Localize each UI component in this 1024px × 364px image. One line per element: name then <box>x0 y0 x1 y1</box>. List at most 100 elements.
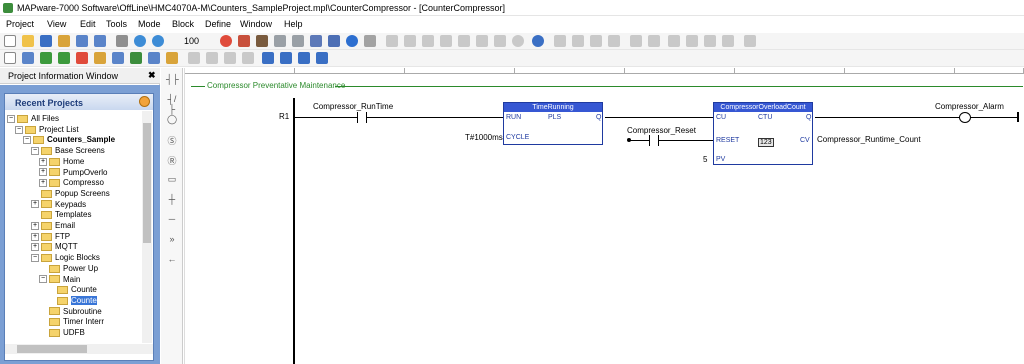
play-icon[interactable] <box>346 35 358 47</box>
menu-window[interactable]: Window <box>240 19 272 29</box>
set-coil-icon[interactable]: Ⓢ <box>166 134 178 146</box>
coil-label[interactable]: Compressor_Alarm <box>935 102 1004 111</box>
tree-item[interactable]: + MQTT <box>31 242 78 253</box>
layout-icon[interactable] <box>310 35 322 47</box>
expand-toggle-icon[interactable]: + <box>39 157 47 166</box>
tree-item[interactable]: Popup Screens <box>31 189 110 200</box>
timer-block[interactable]: TimeRunning RUN PLS Q CYCLE <box>503 102 603 145</box>
menu-mode[interactable]: Mode <box>138 19 161 29</box>
undo-icon[interactable] <box>630 35 642 47</box>
ladder-canvas[interactable]: Compressor Preventative Maintenance R1 C… <box>184 68 1024 364</box>
tree-item[interactable]: Templates <box>31 210 91 221</box>
rung-title[interactable]: Compressor Preventative Maintenance <box>207 81 345 90</box>
tree-item[interactable]: Counte <box>47 285 97 296</box>
tree-item[interactable]: Subroutine <box>39 307 102 318</box>
expand-toggle-icon[interactable]: + <box>31 243 39 252</box>
delete-icon[interactable] <box>76 52 88 64</box>
tree-item[interactable]: − Main <box>39 275 80 286</box>
menu-edit[interactable]: Edit <box>80 19 96 29</box>
upload-icon[interactable] <box>94 35 106 47</box>
menu-project[interactable]: Project <box>6 19 34 29</box>
grey3-icon[interactable] <box>224 52 236 64</box>
collapse-icon[interactable] <box>139 96 150 107</box>
flip-icon[interactable] <box>440 35 452 47</box>
return-icon[interactable]: ← <box>166 254 178 264</box>
tree-item[interactable]: UDFB <box>39 328 85 339</box>
tree-item[interactable]: + Home <box>39 157 84 168</box>
expand-toggle-icon[interactable]: + <box>39 168 47 177</box>
table2-icon[interactable] <box>686 35 698 47</box>
expand-toggle-icon[interactable]: + <box>39 179 47 188</box>
contact-icon[interactable]: ┤├ <box>166 74 179 84</box>
table1-icon[interactable] <box>668 35 680 47</box>
tree-item[interactable]: Counte <box>47 295 97 307</box>
tree-item[interactable]: − Project List <box>15 125 79 136</box>
add-screen-icon[interactable] <box>40 52 52 64</box>
expand-toggle-icon[interactable]: + <box>31 200 39 209</box>
folder3-icon[interactable] <box>166 52 178 64</box>
text-icon[interactable] <box>476 35 488 47</box>
download-icon[interactable] <box>76 35 88 47</box>
zoom-out-icon[interactable] <box>152 35 164 47</box>
database-icon[interactable] <box>148 52 160 64</box>
open-folder-icon[interactable] <box>22 35 34 47</box>
expand-toggle-icon[interactable]: − <box>31 146 39 155</box>
tree-item[interactable]: − Base Screens <box>31 146 105 157</box>
tree-item[interactable]: − All Files <box>7 114 59 125</box>
tag-icon[interactable] <box>130 52 142 64</box>
jump-icon[interactable]: » <box>166 234 178 244</box>
nc-contact-icon[interactable]: ┤/├ <box>166 94 178 114</box>
reset-contact[interactable] <box>649 135 659 146</box>
function-block-icon[interactable]: ▭ <box>166 174 178 184</box>
tree-item[interactable]: + Keypads <box>31 200 86 211</box>
folder2-icon[interactable] <box>94 52 106 64</box>
redo-icon[interactable] <box>648 35 660 47</box>
menu-help[interactable]: Help <box>284 19 303 29</box>
draw-icon[interactable] <box>494 35 506 47</box>
expand-toggle-icon[interactable]: − <box>7 114 15 123</box>
paste-icon[interactable] <box>590 35 602 47</box>
align-icon[interactable] <box>274 35 286 47</box>
expand-toggle-icon[interactable]: + <box>31 232 39 241</box>
tree-item[interactable]: Power Up <box>39 264 98 275</box>
compile-icon[interactable] <box>238 35 250 47</box>
grey2-icon[interactable] <box>206 52 218 64</box>
table3-icon[interactable] <box>704 35 716 47</box>
back-arrow-icon[interactable] <box>262 52 274 64</box>
reset-coil-icon[interactable]: Ⓡ <box>166 154 178 166</box>
tree-item[interactable]: + Compresso <box>39 178 104 189</box>
select-icon[interactable] <box>608 35 620 47</box>
reset-contact-label[interactable]: Compressor_Reset <box>627 126 696 135</box>
image-icon[interactable] <box>458 35 470 47</box>
add-block-icon[interactable] <box>58 52 70 64</box>
zoom-in-icon[interactable] <box>134 35 146 47</box>
save-icon[interactable] <box>40 35 52 47</box>
pointer-icon[interactable] <box>386 35 398 47</box>
cut-icon[interactable] <box>554 35 566 47</box>
cv-output-label[interactable]: Compressor_Runtime_Count <box>817 135 921 144</box>
properties-icon[interactable] <box>116 35 128 47</box>
expand-toggle-icon[interactable]: + <box>31 221 39 230</box>
tree-item[interactable]: + FTP <box>31 232 70 243</box>
circle-icon[interactable] <box>512 35 524 47</box>
help-icon[interactable] <box>532 35 544 47</box>
wire-icon[interactable]: ─ <box>166 214 178 224</box>
rotate-icon[interactable] <box>422 35 434 47</box>
tree-item[interactable]: − Logic Blocks <box>31 253 100 264</box>
page-icon[interactable] <box>4 52 16 64</box>
tree-vertical-scrollbar[interactable] <box>142 111 152 343</box>
settings-icon[interactable] <box>256 35 268 47</box>
counter-block[interactable]: CompressorOverloadCount CU CTU Q RESET C… <box>713 102 813 165</box>
grid-icon[interactable] <box>328 35 340 47</box>
window-icon[interactable] <box>364 35 376 47</box>
expand-toggle-icon[interactable]: − <box>39 275 47 284</box>
tree-item[interactable]: − Counters_Sample <box>23 135 115 146</box>
globe-icon[interactable] <box>220 35 232 47</box>
menu-block[interactable]: Block <box>172 19 194 29</box>
expand-toggle-icon[interactable]: − <box>23 136 31 145</box>
distribute-icon[interactable] <box>292 35 304 47</box>
fast-forward-icon[interactable] <box>316 52 328 64</box>
tree-item[interactable]: + Email <box>31 221 75 232</box>
pv-value[interactable]: 5 <box>703 155 707 164</box>
forward-arrow-icon[interactable] <box>280 52 292 64</box>
